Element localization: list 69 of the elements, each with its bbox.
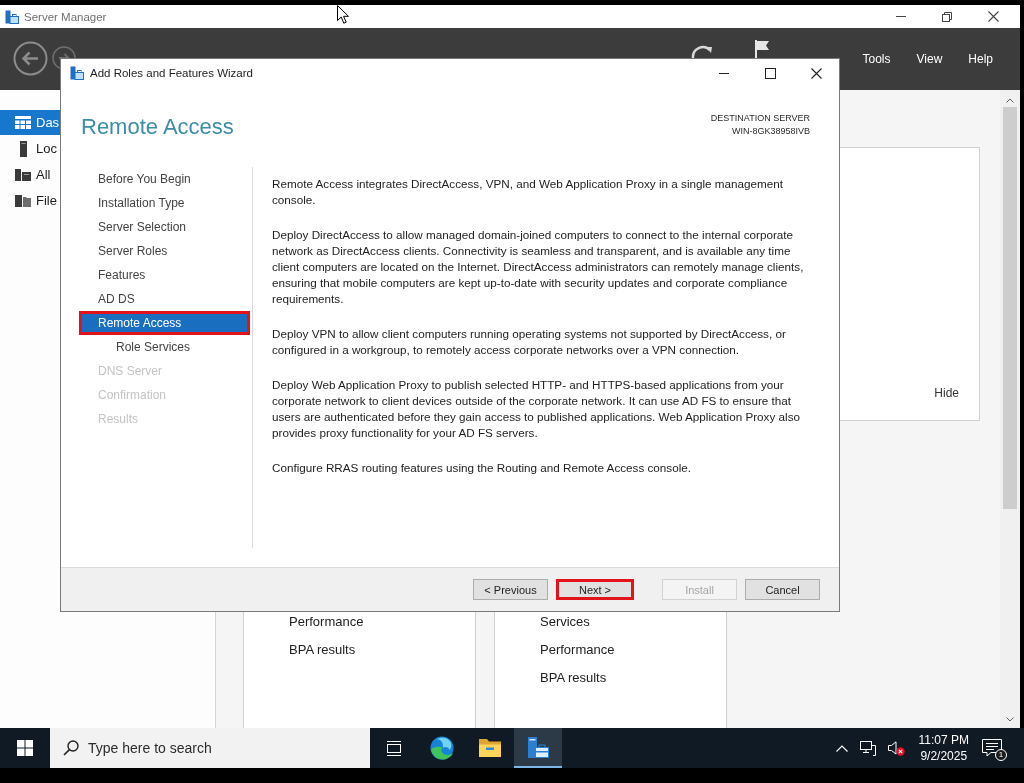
destination-server: WIN-8GK38958IVB — [731, 125, 810, 138]
wizard-button[interactable]: Next > — [556, 579, 634, 600]
notification-badge: 1 — [995, 749, 1007, 761]
wizard-step[interactable]: Server Selection — [79, 215, 250, 239]
maximize-icon — [764, 67, 776, 79]
search-icon — [63, 740, 79, 756]
description-paragraph: Remote Access integrates DirectAccess, VPN, and Web Application Proxy in a single management console. — [272, 176, 785, 208]
page-heading: Remote Access — [81, 114, 234, 140]
description-paragraph: Deploy VPN to allow client computers running operating systems not supported by DirectAccess, or configured in a workgroup, to remotely access corporate networks over a VPN connection. — [272, 326, 787, 358]
network-icon[interactable] — [859, 740, 876, 756]
sidebar-item[interactable]: Loc — [0, 136, 60, 161]
clock-time[interactable]: 11:07 PM — [918, 732, 969, 748]
tile-item[interactable]: Services — [540, 612, 590, 632]
clock-date[interactable]: 9/2/2025 — [920, 748, 968, 764]
close-icon — [810, 67, 822, 79]
description-paragraph: Deploy DirectAccess to allow managed domain-joined computers to connect to the internal corporate network as DirectAccess clients. Connectivity is seamless and transparent, and is available any time client computers are located on the Internet. DirectAccess administrators can remotely manage clients, ensuring that mobile computers are kept up-to-date with security updates and corporate compliance requirements. — [272, 227, 805, 307]
server-manager-icon — [5, 9, 19, 24]
file-server-icon — [15, 194, 31, 207]
wizard-step[interactable]: Role Services — [79, 335, 250, 359]
minimize-icon — [896, 16, 906, 17]
restore-icon — [942, 11, 952, 22]
scroll-down-icon[interactable] — [1006, 717, 1014, 722]
servers-icon — [15, 168, 31, 181]
wizard-step[interactable]: AD DS — [79, 287, 250, 311]
scrollbar[interactable] — [1000, 90, 1020, 728]
search-field[interactable]: Type here to search — [50, 728, 370, 768]
tile-item[interactable]: Performance — [289, 612, 364, 632]
taskbar-button[interactable] — [514, 728, 562, 768]
tile-item[interactable]: BPA results — [289, 640, 356, 660]
scroll-up-icon[interactable] — [1006, 98, 1014, 103]
server-manager-icon — [70, 66, 84, 80]
wizard-step: Results — [79, 407, 250, 431]
sidebar-item[interactable]: File — [0, 188, 60, 213]
folder-icon — [478, 738, 502, 758]
sidebar-item[interactable]: Das — [0, 110, 60, 135]
task-view-icon — [386, 740, 402, 756]
close-icon — [987, 11, 999, 22]
wizard-step[interactable]: Before You Begin — [79, 167, 250, 191]
wizard-button[interactable]: Cancel — [745, 579, 820, 600]
description-paragraph: Configure RRAS routing features using the Routing and Remote Access console. — [272, 460, 693, 476]
wizard-step[interactable]: Installation Type — [79, 191, 250, 215]
start-icon — [17, 740, 33, 756]
server-toolbox-icon — [526, 736, 550, 760]
window-title: Add Roles and Features Wizard — [90, 67, 253, 79]
wizard-step[interactable]: Remote Access — [79, 311, 250, 335]
speaker-muted-icon[interactable] — [887, 740, 905, 756]
destination-label: DESTINATION SERVER — [710, 112, 810, 125]
browser-icon — [430, 736, 454, 760]
hide-link[interactable]: Hide — [934, 386, 959, 400]
menu-item[interactable]: Help — [968, 52, 993, 66]
tile-item[interactable]: BPA results — [540, 668, 607, 688]
flag-icon[interactable] — [754, 40, 770, 58]
wizard-step[interactable]: Features — [79, 263, 250, 287]
wizard-step: Confirmation — [79, 383, 250, 407]
window-title: Server Manager — [24, 10, 107, 23]
dashboard-grid-icon — [15, 116, 31, 129]
wizard-step: DNS Server — [79, 359, 250, 383]
notification-icon[interactable] — [982, 739, 1002, 757]
tile-item[interactable]: Performance — [540, 640, 615, 660]
scrollbar-thumb[interactable] — [1003, 107, 1017, 509]
description-paragraph: Deploy Web Application Proxy to publish selected HTTP- and HTTPS-based applications from your corporate network to client devices outside of the corporate network. It can use AD FS to ensure that users are authenticated before they gain access to published applications. Web Application Proxy also provides proxy functionality for your AD FS servers. — [272, 377, 801, 441]
server-tower-icon — [19, 140, 27, 157]
menu-item[interactable]: View — [916, 52, 943, 66]
wizard-step[interactable]: Server Roles — [79, 239, 250, 263]
sidebar-item[interactable]: All — [0, 162, 60, 187]
menu-item[interactable]: Tools — [862, 52, 891, 66]
minimize-icon — [719, 72, 729, 74]
chevron-up-icon[interactable] — [835, 744, 848, 752]
wizard-button[interactable]: < Previous — [473, 579, 548, 600]
